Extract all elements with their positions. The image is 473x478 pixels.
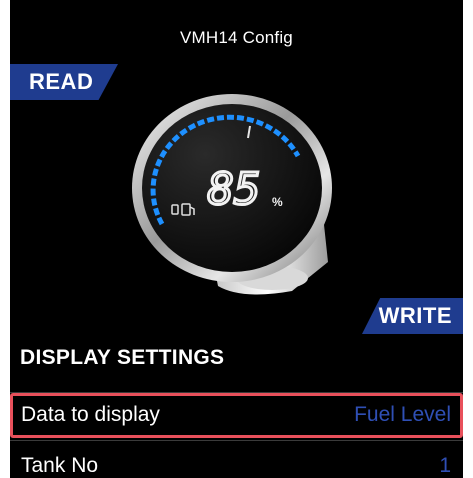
gauge-unit: %: [272, 195, 283, 209]
read-button[interactable]: READ: [10, 64, 118, 100]
row-label: Tank No: [21, 454, 99, 477]
write-button[interactable]: WRITE: [362, 298, 463, 334]
settings-row-tank-no[interactable]: Tank No 1: [10, 443, 463, 478]
selection-highlight: [10, 393, 463, 438]
page-title: VMH14 Config: [180, 28, 293, 47]
divider: [10, 440, 463, 441]
app-screen: VMH14 Config READ 85 % WRITE DISPLAY SET…: [10, 0, 463, 478]
gauge-device-image: 85 %: [132, 94, 332, 295]
row-value: 1: [439, 454, 451, 477]
gauge-value: 85: [208, 164, 261, 215]
section-title-display-settings: DISPLAY SETTINGS: [20, 346, 225, 369]
